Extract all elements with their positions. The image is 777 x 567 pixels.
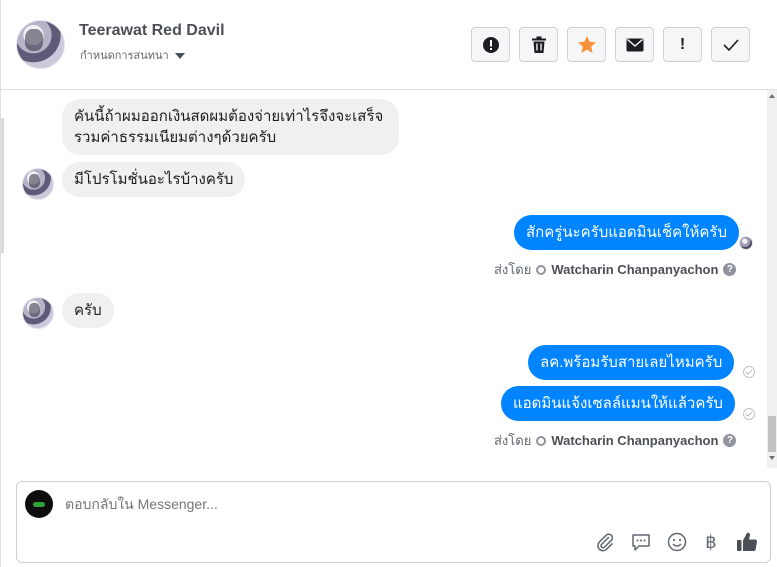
contact-avatar[interactable] xyxy=(16,20,65,69)
sender-name[interactable]: Watcharin Chanpanyachon xyxy=(551,262,718,277)
outgoing-message[interactable]: แอดมินแจ้งเซลล์แมนให้แล้วครับ xyxy=(501,386,735,421)
smiley-icon xyxy=(667,532,687,552)
speech-bubble-icon xyxy=(632,534,650,551)
incoming-message[interactable]: มีโปรโมชั่นอะไรบ้างครับ xyxy=(62,162,246,197)
seen-avatar-icon xyxy=(739,236,753,250)
message-scrollbar[interactable] xyxy=(767,90,777,468)
like-button[interactable] xyxy=(735,530,759,554)
check-icon xyxy=(722,38,739,51)
thumbs-up-icon xyxy=(737,532,758,552)
page-role-icon xyxy=(536,435,547,446)
incoming-message[interactable]: ครับ xyxy=(62,293,114,328)
mark-unread-button[interactable] xyxy=(615,27,654,62)
star-icon xyxy=(577,36,596,53)
attach-button[interactable] xyxy=(593,530,617,554)
emoji-button[interactable] xyxy=(665,530,689,554)
message-text-line: รวมค่าธรรมเนียมต่างๆด้วยครับ xyxy=(74,129,277,146)
conversation-label-dropdown[interactable]: กำหนดการสนทนา xyxy=(80,46,185,64)
left-scrollbar[interactable] xyxy=(1,118,4,253)
conversation-header: Teerawat Red Davil กำหนดการสนทนา ! xyxy=(1,0,777,90)
alert-circle-icon xyxy=(482,36,499,53)
contact-avatar-small xyxy=(22,168,54,200)
contact-name[interactable]: Teerawat Red Davil xyxy=(79,22,225,40)
conversation-label-text: กำหนดการสนทนา xyxy=(80,50,169,62)
outgoing-message[interactable]: ลค.พร้อมรับสายเลยไหมครับ xyxy=(528,345,735,380)
reply-input[interactable] xyxy=(65,496,665,512)
sent-by-label: ส่งโดย Watcharin Chanpanyachon ? xyxy=(494,430,737,451)
saved-replies-button[interactable] xyxy=(629,530,653,554)
sent-by-prefix: ส่งโดย xyxy=(494,262,532,277)
paperclip-icon xyxy=(597,533,614,552)
message-text-line: คันนี้ถ้าผมออกเงินสดผมต้องจ่ายเท่าไรจึงจ… xyxy=(74,108,384,125)
mark-spam-button[interactable] xyxy=(471,27,510,62)
exclamation-icon: ! xyxy=(679,35,686,53)
trash-icon xyxy=(531,36,546,53)
delete-button[interactable] xyxy=(519,27,558,62)
help-icon[interactable]: ? xyxy=(723,263,737,276)
sent-by-prefix: ส่งโดย xyxy=(494,433,532,448)
help-icon[interactable]: ? xyxy=(723,434,737,447)
scroll-up-arrow-icon[interactable] xyxy=(769,94,775,98)
page-avatar xyxy=(25,490,53,518)
scroll-down-arrow-icon[interactable] xyxy=(769,456,775,460)
star-button[interactable] xyxy=(567,27,606,62)
delivered-check-icon xyxy=(743,366,755,378)
envelope-icon xyxy=(626,38,643,51)
delivered-check-icon xyxy=(743,408,755,420)
message-text: ลค.พร้อมรับสายเลยไหมครับ xyxy=(540,354,723,371)
scrollbar-thumb[interactable] xyxy=(768,416,776,452)
reply-composer: ฿ xyxy=(16,481,771,563)
message-text: มีโปรโมชั่นอะไรบ้างครับ xyxy=(74,171,234,188)
follow-up-button[interactable]: ! xyxy=(663,27,702,62)
message-text: ครับ xyxy=(74,302,102,319)
outgoing-message[interactable]: สักครู่นะครับแอดมินเช็คให้ครับ xyxy=(514,215,739,250)
baht-icon: ฿ xyxy=(705,531,717,552)
message-text: สักครู่นะครับแอดมินเช็คให้ครับ xyxy=(526,224,727,241)
message-text: แอดมินแจ้งเซลล์แมนให้แล้วครับ xyxy=(513,395,723,412)
contact-avatar-small xyxy=(22,297,54,329)
caret-down-icon xyxy=(174,52,185,59)
sent-by-label: ส่งโดย Watcharin Chanpanyachon ? xyxy=(494,259,737,280)
payment-button[interactable]: ฿ xyxy=(699,530,723,554)
sender-name[interactable]: Watcharin Chanpanyachon xyxy=(551,433,718,448)
page-role-icon xyxy=(536,264,547,275)
mark-done-button[interactable] xyxy=(711,27,750,62)
incoming-message[interactable]: คันนี้ถ้าผมออกเงินสดผมต้องจ่ายเท่าไรจึงจ… xyxy=(62,99,399,155)
